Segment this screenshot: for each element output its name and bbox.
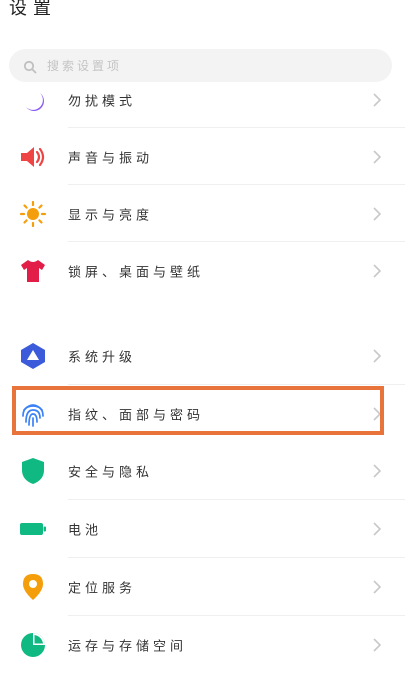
divider [68, 615, 405, 616]
chevron-right-icon [371, 463, 383, 479]
divider [68, 499, 405, 500]
chevron-right-icon [371, 579, 383, 595]
storage-pie-icon [19, 631, 47, 659]
settings-item-label: 显示与亮度 [68, 208, 154, 224]
settings-item-battery[interactable]: 电池 [0, 501, 405, 557]
settings-item-display[interactable]: 显示与亮度 [0, 186, 405, 242]
system-update-icon [19, 342, 47, 370]
chevron-right-icon [371, 206, 383, 222]
page-title: 设置 [9, 0, 57, 19]
settings-item-label: 锁屏、桌面与壁纸 [68, 265, 205, 281]
battery-icon [19, 515, 47, 543]
shirt-icon [19, 257, 47, 285]
divider [68, 557, 405, 558]
location-pin-icon [19, 573, 47, 601]
divider [68, 127, 405, 128]
settings-item-label: 声音与振动 [68, 151, 154, 167]
chevron-right-icon [371, 521, 383, 537]
chevron-right-icon [371, 92, 383, 108]
chevron-right-icon [371, 348, 383, 364]
settings-item-wallpaper[interactable]: 锁屏、桌面与壁纸 [0, 243, 405, 299]
moon-icon [19, 86, 47, 114]
settings-item-label: 电池 [68, 523, 103, 539]
settings-item-label: 定位服务 [68, 581, 137, 597]
settings-item-storage[interactable]: 运存与存储空间 [0, 617, 405, 673]
divider [68, 241, 405, 242]
chevron-right-icon [371, 263, 383, 279]
settings-item-system-update[interactable]: 系统升级 [0, 328, 405, 384]
settings-item-label: 运存与存储空间 [68, 639, 188, 655]
settings-item-security[interactable]: 安全与隐私 [0, 443, 405, 499]
settings-item-sound[interactable]: 声音与振动 [0, 129, 405, 185]
highlight-box [12, 386, 384, 435]
shield-icon [19, 457, 47, 485]
settings-item-label: 勿扰模式 [68, 94, 137, 110]
divider [68, 184, 405, 185]
chevron-right-icon [371, 637, 383, 653]
sun-icon [19, 200, 47, 228]
speaker-icon [19, 143, 47, 171]
chevron-right-icon [371, 149, 383, 165]
divider [68, 384, 405, 385]
settings-item-label: 安全与隐私 [68, 465, 154, 481]
settings-item-do-not-disturb[interactable]: 勿扰模式 [0, 72, 405, 128]
search-icon [23, 59, 37, 73]
settings-screen: 设置 搜索设置项 勿扰模式 声音与振动 显示与亮度 锁屏、桌面与壁纸 系统升级 … [0, 0, 405, 675]
settings-item-location[interactable]: 定位服务 [0, 559, 405, 615]
settings-item-label: 系统升级 [68, 350, 137, 366]
